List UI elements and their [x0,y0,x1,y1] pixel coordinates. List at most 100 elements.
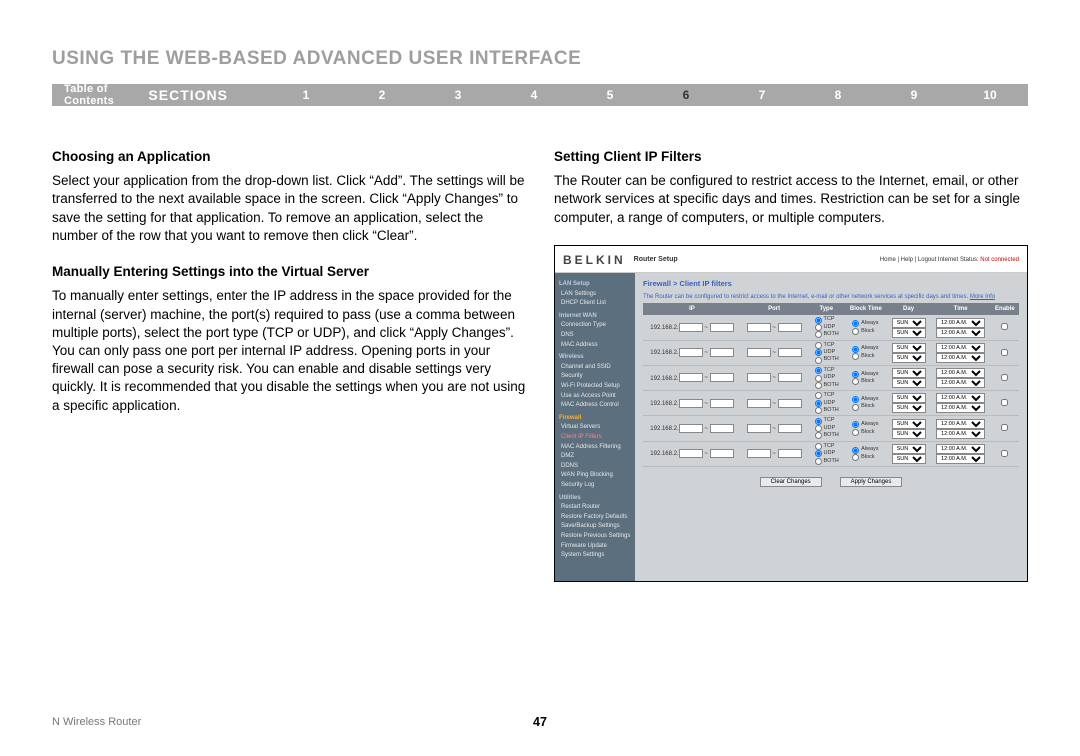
sidebar-item[interactable]: Channel and SSID [559,363,635,373]
apply-changes-button[interactable]: Apply Changes [840,477,903,487]
ip-end-input[interactable] [710,449,734,458]
sidebar-item[interactable]: Virtual Servers [559,423,635,433]
section-link-3[interactable]: 3 [420,88,496,102]
ip-end-input[interactable] [710,348,734,357]
section-link-7[interactable]: 7 [724,88,800,102]
port-start-input[interactable] [747,348,771,357]
section-link-4[interactable]: 4 [496,88,572,102]
time-select[interactable]: 12:00 A.M. [936,368,985,378]
time-select[interactable]: 12:00 A.M. [936,353,985,363]
blocktime-option[interactable]: Always [848,446,884,453]
sidebar-item[interactable]: Security Log [559,481,635,491]
sidebar-item[interactable]: MAC Address Filtering [559,443,635,453]
day-select[interactable]: SUN [892,353,926,363]
blocktime-option[interactable]: Block [848,378,884,385]
port-end-input[interactable] [778,373,802,382]
day-select[interactable]: SUN [892,429,926,439]
day-select[interactable]: SUN [892,368,926,378]
type-option[interactable]: BOTH [811,382,843,389]
ip-start-input[interactable] [679,323,703,332]
sidebar-item[interactable]: Use as Access Point [559,392,635,402]
time-select[interactable]: 12:00 A.M. [936,378,985,388]
time-select[interactable]: 12:00 A.M. [936,328,985,338]
type-option[interactable]: TCP [811,367,843,374]
ip-end-input[interactable] [710,373,734,382]
time-select[interactable]: 12:00 A.M. [936,393,985,403]
blocktime-option[interactable]: Block [848,328,884,335]
section-link-10[interactable]: 10 [952,88,1028,102]
sidebar-item[interactable]: Firmware Update [559,542,635,552]
sidebar-group[interactable]: Internet WAN [559,312,635,322]
port-end-input[interactable] [778,449,802,458]
blocktime-option[interactable]: Always [848,421,884,428]
enable-checkbox[interactable] [1001,374,1008,381]
section-link-2[interactable]: 2 [344,88,420,102]
time-select[interactable]: 12:00 A.M. [936,403,985,413]
type-option[interactable]: BOTH [811,458,843,465]
router-sidebar[interactable]: LAN SetupLAN SettingsDHCP Client List Int… [555,273,635,581]
port-end-input[interactable] [778,424,802,433]
type-option[interactable]: UDP [811,374,843,381]
type-option[interactable]: BOTH [811,432,843,439]
port-end-input[interactable] [778,348,802,357]
toc-link[interactable]: Table of Contents [64,83,118,107]
sidebar-item[interactable]: DHCP Client List [559,299,635,309]
type-option[interactable]: UDP [811,324,843,331]
sidebar-group[interactable]: Wireless [559,353,635,363]
section-link-6[interactable]: 6 [648,88,724,102]
sidebar-item[interactable]: System Settings [559,551,635,561]
type-option[interactable]: UDP [811,400,843,407]
type-option[interactable]: BOTH [811,331,843,338]
sidebar-item[interactable]: WAN Ping Blocking [559,471,635,481]
day-select[interactable]: SUN [892,378,926,388]
blocktime-option[interactable]: Always [848,396,884,403]
clear-changes-button[interactable]: Clear Changes [760,477,822,487]
router-top-links[interactable]: Home | Help | Logout Internet Status: No… [880,256,1019,264]
port-start-input[interactable] [747,323,771,332]
enable-checkbox[interactable] [1001,450,1008,457]
sidebar-item[interactable]: DMZ [559,452,635,462]
sidebar-item[interactable]: Save/Backup Settings [559,522,635,532]
sidebar-item[interactable]: MAC Address Control [559,401,635,411]
sidebar-item[interactable]: MAC Address [559,341,635,351]
blocktime-option[interactable]: Block [848,454,884,461]
port-end-input[interactable] [778,399,802,408]
section-link-5[interactable]: 5 [572,88,648,102]
ip-end-input[interactable] [710,399,734,408]
time-select[interactable]: 12:00 A.M. [936,454,985,464]
time-select[interactable]: 12:00 A.M. [936,429,985,439]
port-start-input[interactable] [747,373,771,382]
type-option[interactable]: BOTH [811,356,843,363]
type-option[interactable]: BOTH [811,407,843,414]
sidebar-group[interactable]: LAN Setup [559,280,635,290]
type-option[interactable]: TCP [811,443,843,450]
port-start-input[interactable] [747,449,771,458]
type-option[interactable]: UDP [811,425,843,432]
sidebar-group[interactable]: Utilities [559,494,635,504]
type-option[interactable]: UDP [811,349,843,356]
blocktime-option[interactable]: Block [848,353,884,360]
sidebar-item[interactable]: DDNS [559,462,635,472]
ip-start-input[interactable] [679,373,703,382]
section-link-8[interactable]: 8 [800,88,876,102]
sidebar-item[interactable]: DNS [559,331,635,341]
type-option[interactable]: TCP [811,316,843,323]
blocktime-option[interactable]: Always [848,320,884,327]
day-select[interactable]: SUN [892,318,926,328]
blocktime-option[interactable]: Block [848,403,884,410]
type-option[interactable]: TCP [811,342,843,349]
enable-checkbox[interactable] [1001,349,1008,356]
port-start-input[interactable] [747,399,771,408]
day-select[interactable]: SUN [892,343,926,353]
day-select[interactable]: SUN [892,393,926,403]
sidebar-item[interactable]: Restore Factory Defaults [559,513,635,523]
section-link-9[interactable]: 9 [876,88,952,102]
sidebar-item[interactable]: Connection Type [559,321,635,331]
type-option[interactable]: TCP [811,392,843,399]
blocktime-option[interactable]: Always [848,345,884,352]
sidebar-item[interactable]: LAN Settings [559,290,635,300]
time-select[interactable]: 12:00 A.M. [936,343,985,353]
day-select[interactable]: SUN [892,444,926,454]
sidebar-item[interactable]: Wi-Fi Protected Setup [559,382,635,392]
sidebar-item[interactable]: Security [559,372,635,382]
